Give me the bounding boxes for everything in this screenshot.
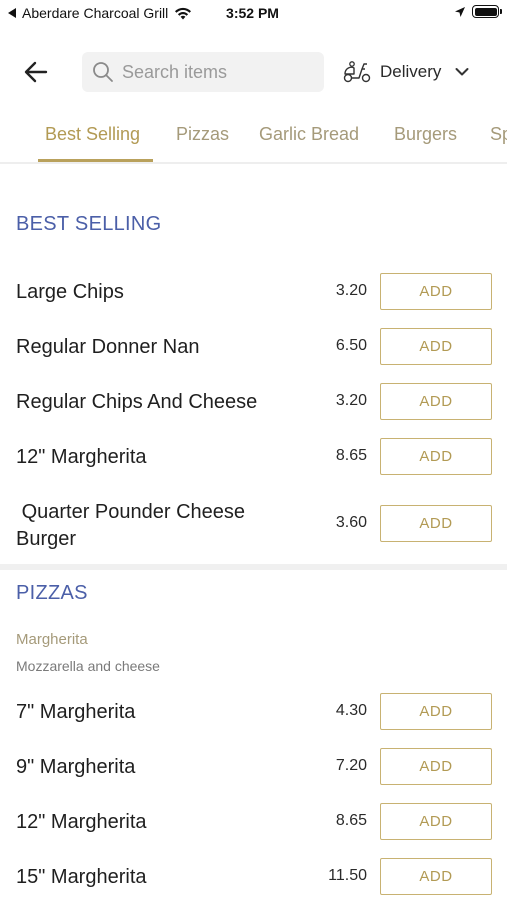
search-icon	[93, 62, 113, 82]
tab-garlic-bread[interactable]: Garlic Bread	[259, 124, 359, 145]
item-price: 4.30	[335, 702, 367, 719]
status-right	[454, 5, 502, 18]
chevron-down-icon	[455, 68, 469, 76]
subcategory-heading: Margherita	[16, 631, 88, 648]
tab-pizzas[interactable]: Pizzas	[176, 124, 229, 145]
add-button[interactable]: ADD	[380, 383, 492, 420]
add-button[interactable]: ADD	[380, 858, 492, 895]
tab-best-selling[interactable]: Best Selling	[45, 124, 140, 145]
item-name: 7" Margherita	[16, 701, 136, 723]
add-button[interactable]: ADD	[380, 438, 492, 475]
battery-icon	[472, 5, 502, 18]
header: Delivery	[0, 48, 507, 96]
item-price: 3.20	[335, 392, 367, 409]
add-button[interactable]: ADD	[380, 273, 492, 310]
item-name: Large Chips	[16, 281, 124, 303]
item-name: 15" Margherita	[16, 866, 147, 888]
search-input[interactable]	[122, 61, 312, 83]
item-name: 9" Margherita	[16, 756, 136, 778]
item-name: Regular Chips And Cheese	[16, 391, 258, 413]
add-button[interactable]: ADD	[380, 803, 492, 840]
clock-label: 3:52 PM	[226, 5, 279, 21]
item-name: 12" Margherita	[16, 446, 147, 468]
tab-burgers[interactable]: Burgers	[394, 124, 457, 145]
tab-sp[interactable]: Sp	[490, 124, 507, 145]
add-button[interactable]: ADD	[380, 748, 492, 785]
item-price: 8.65	[335, 812, 367, 829]
scooter-icon	[343, 61, 371, 83]
add-button[interactable]: ADD	[380, 693, 492, 730]
section-title: BEST SELLING	[16, 213, 162, 235]
item-price: 6.50	[335, 337, 367, 354]
status-time: 3:52 PM	[0, 5, 507, 21]
add-button[interactable]: ADD	[380, 328, 492, 365]
location-arrow-icon	[455, 6, 465, 17]
item-price: 3.20	[335, 282, 367, 299]
item-name: Quarter Pounder Cheese Burger	[16, 501, 251, 550]
item-name: Regular Donner Nan	[16, 336, 200, 358]
category-tabs: Best Selling Pizzas Garlic Bread Burgers…	[0, 112, 507, 164]
delivery-label: Delivery	[380, 62, 442, 81]
active-tab-indicator	[38, 159, 153, 162]
add-button[interactable]: ADD	[380, 505, 492, 542]
back-arrow-icon	[24, 61, 48, 83]
section-title: PIZZAS	[16, 582, 88, 604]
item-price: 3.60	[335, 514, 367, 531]
section-divider	[0, 564, 507, 570]
search-bar[interactable]	[82, 52, 324, 92]
status-bar: Aberdare Charcoal Grill 3:52 PM	[0, 0, 507, 28]
item-price: 8.65	[335, 447, 367, 464]
back-button[interactable]	[20, 56, 52, 88]
item-name: 12" Margherita	[16, 811, 147, 833]
subcategory-description: Mozzarella and cheese	[16, 658, 160, 674]
item-price: 7.20	[335, 757, 367, 774]
item-price: 11.50	[328, 867, 367, 884]
delivery-selector[interactable]: Delivery	[342, 56, 469, 88]
